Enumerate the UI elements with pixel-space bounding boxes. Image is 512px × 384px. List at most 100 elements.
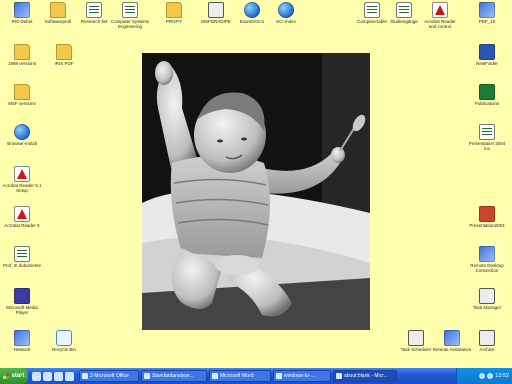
browser-icon[interactable] xyxy=(43,371,52,381)
word-icon xyxy=(479,44,495,60)
desktop-icon-label: Studiengänge xyxy=(390,19,418,24)
desktop-icon[interactable]: MSFDRADIPE xyxy=(196,2,236,24)
desktop-icon[interactable]: Publications xyxy=(467,84,507,106)
globe-icon xyxy=(14,124,30,140)
taskbar-button-label: about:blank - Micr... xyxy=(344,373,388,379)
recycle-icon xyxy=(56,330,72,346)
desktop-icon-label: Prof. III dokumente xyxy=(2,263,42,268)
baby-photo-illustration xyxy=(142,53,370,330)
desktop-icon-label: Remote Assistance xyxy=(432,347,472,352)
desktop-icon-label: Task Manager xyxy=(472,305,502,310)
doc-icon xyxy=(364,2,380,18)
desktop-icon[interactable]: Remote Assistance xyxy=(432,330,472,352)
task-icon xyxy=(479,288,495,304)
desktop-icon[interactable]: PROFIT xyxy=(154,2,194,24)
media-icon[interactable] xyxy=(54,371,63,381)
desktop-icon[interactable]: Task Scheduler xyxy=(396,330,436,352)
globe-icon xyxy=(244,2,260,18)
desktop-icon[interactable]: 1998 versions xyxy=(2,44,42,66)
desktop-icon-label: Browser-install xyxy=(7,141,37,146)
excel-icon xyxy=(479,84,495,100)
media-icon xyxy=(14,288,30,304)
desktop-icon[interactable]: Network xyxy=(2,330,42,352)
desktop-icon-label: Acrobat Reader 6 xyxy=(4,223,40,228)
desktop-icon[interactable]: IRIS PDF xyxy=(44,44,84,66)
taskbar-button[interactable]: about:blank - Micr... xyxy=(333,370,397,382)
folder-icon xyxy=(14,44,30,60)
desktop-icon-label: Microsoft Media Player xyxy=(6,305,38,315)
desktop-icon[interactable]: Research-list xyxy=(74,2,114,24)
desktop-icon[interactable]: Browser-install xyxy=(2,124,42,146)
desktop-icon-label: RIS-Debut xyxy=(11,19,33,24)
volume-icon[interactable] xyxy=(487,373,494,379)
desktop-icon[interactable]: Microsoft Media Player xyxy=(2,288,42,315)
globe-icon xyxy=(278,2,294,18)
desktop-icon[interactable]: NewFolder xyxy=(467,44,507,66)
quick-launch xyxy=(32,371,74,381)
desktop-icon[interactable]: Acrobat Reader 5.1 Setup xyxy=(2,166,42,193)
window-icon xyxy=(144,373,150,379)
desktop-icon[interactable]: PDF_10 xyxy=(467,2,507,24)
app-icon xyxy=(444,330,460,346)
desktop-icon[interactable]: Computer Systems Engineering xyxy=(110,2,150,29)
start-button[interactable]: start xyxy=(0,368,28,384)
folder-icon xyxy=(166,2,182,18)
app-icon xyxy=(14,2,30,18)
app-icon xyxy=(14,330,30,346)
window-icon xyxy=(336,373,342,379)
desktop-icon-label: IRIS PDF xyxy=(54,61,74,66)
desktop-icon-label: 1998 versions xyxy=(7,61,37,66)
taskbar-buttons: 3 Microsoft Office Standardanalyse... Micr… xyxy=(79,370,397,382)
system-tray: 13:52 xyxy=(456,368,512,384)
desktop-icon-label: PDF_10 xyxy=(478,19,496,24)
desktop-icon[interactable]: Recycle Bin xyxy=(44,330,84,352)
desktop-icon[interactable]: RIS-Debut xyxy=(2,2,42,24)
desktop-icon-label: MSFDRADIPE xyxy=(201,19,231,24)
network-icon[interactable] xyxy=(479,373,486,379)
taskbar-button[interactable]: Standardanalyse... xyxy=(141,370,207,382)
desktop-icon[interactable]: MSF versions xyxy=(2,84,42,106)
desktop-icon[interactable]: Softwareprofi xyxy=(38,2,78,24)
window-icon xyxy=(212,373,218,379)
desktop-icon[interactable]: Presentation 2004 ins xyxy=(467,124,507,151)
desktop-icon-label: Softwareprofi xyxy=(44,19,72,24)
pdf-icon xyxy=(432,2,448,18)
doc-icon xyxy=(396,2,412,18)
desktop-icon-label: Acrobat Reader and control xyxy=(424,19,456,29)
task-icon xyxy=(479,330,495,346)
desktop-icon-label: NewFolder xyxy=(476,61,498,66)
doc-icon xyxy=(122,2,138,18)
desktop-icon[interactable]: Prof. III dokumente xyxy=(2,246,42,268)
taskbar-button[interactable]: 3 Microsoft Office xyxy=(79,370,139,382)
taskbar: start 3 Microsoft Office Standardanalyse.… xyxy=(0,368,512,384)
show-desktop-icon[interactable] xyxy=(32,371,41,381)
desktop-icon-label: Publications xyxy=(474,101,500,106)
desktop-icon-label: Recycle Bin xyxy=(52,347,76,352)
desktop-icon[interactable]: Presentation2004 xyxy=(467,206,507,228)
desktop-icon[interactable]: Archive xyxy=(467,330,507,352)
folder-icon xyxy=(14,84,30,100)
task-icon xyxy=(208,2,224,18)
taskbar-button-label: windows-to-... xyxy=(284,373,315,379)
desktop-icon[interactable]: Task Manager xyxy=(467,288,507,310)
taskbar-button[interactable]: windows-to-... xyxy=(273,370,331,382)
pdf-icon xyxy=(14,206,30,222)
desktop-icon[interactable]: Acrobat Reader 6 xyxy=(2,206,42,228)
desktop-icon-label: MSF versions xyxy=(8,101,36,106)
taskbar-button[interactable]: Microsoft Word xyxy=(209,370,271,382)
desktop-icon[interactable]: SCI Index xyxy=(266,2,306,24)
window-icon xyxy=(82,373,88,379)
doc-icon xyxy=(86,2,102,18)
taskbar-button-label: 3 Microsoft Office xyxy=(90,373,129,379)
desktop-icon[interactable]: Studiengänge xyxy=(384,2,424,24)
mail-icon[interactable] xyxy=(65,371,74,381)
clock: 13:52 xyxy=(495,373,509,379)
window-icon xyxy=(276,373,282,379)
windows-flag-icon xyxy=(3,373,10,379)
desktop-icon[interactable]: Remote Desktop Connection xyxy=(467,246,507,273)
app-icon xyxy=(479,2,495,18)
desktop-icon-label: Remote Desktop Connection xyxy=(470,263,504,273)
folder-icon xyxy=(50,2,66,18)
desktop-icon[interactable]: Acrobat Reader and control xyxy=(420,2,460,29)
start-label: start xyxy=(11,373,25,379)
